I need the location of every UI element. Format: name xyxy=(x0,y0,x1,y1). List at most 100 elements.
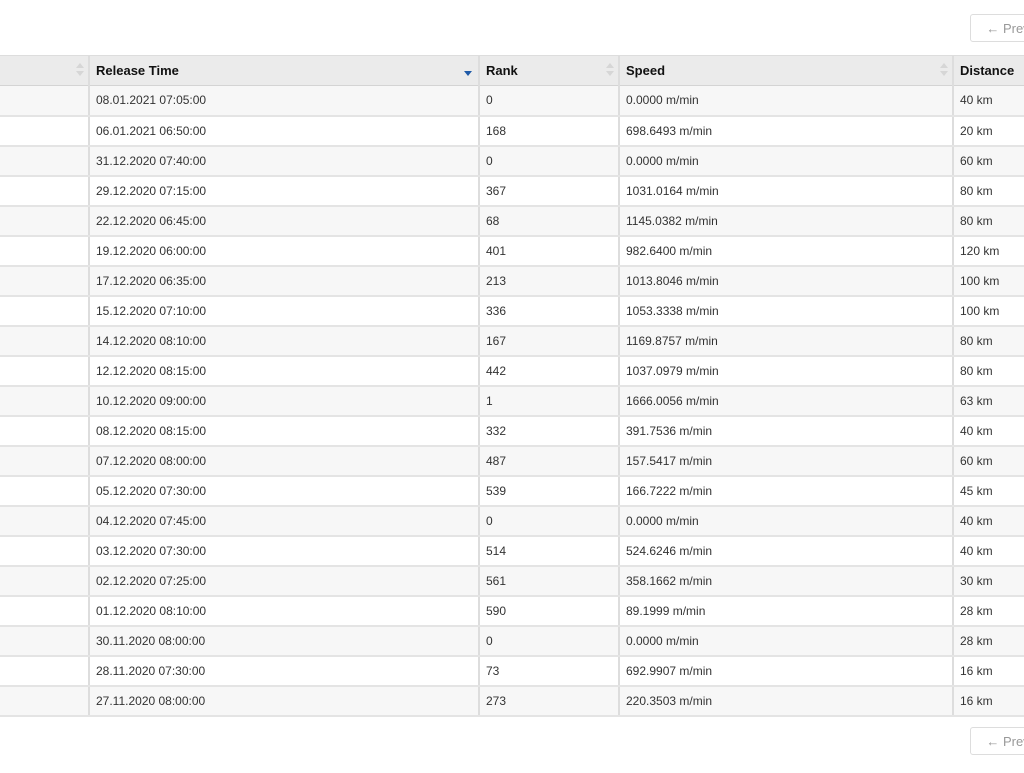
cell-speed: 220.3503 m/min xyxy=(618,685,953,717)
cell-hidden xyxy=(0,85,89,117)
table-row[interactable]: 14.12.2020 08:10:00 167 1169.8757 m/min 80 … xyxy=(0,325,1024,357)
table-row[interactable]: 08.01.2021 07:05:00 0 0.0000 m/min 40 km xyxy=(0,85,1024,117)
cell-distance: 20 km xyxy=(952,115,1024,147)
table-row[interactable]: 19.12.2020 06:00:00 401 982.6400 m/min 120 … xyxy=(0,235,1024,267)
table-row[interactable]: 03.12.2020 07:30:00 514 524.6246 m/min 40 k… xyxy=(0,535,1024,567)
cell-hidden xyxy=(0,685,89,717)
cell-release-time: 28.11.2020 07:30:00 xyxy=(88,655,479,687)
cell-speed: 89.1999 m/min xyxy=(618,595,953,627)
cell-speed: 0.0000 m/min xyxy=(618,625,953,657)
cell-speed: 524.6246 m/min xyxy=(618,535,953,567)
cell-release-time: 14.12.2020 08:10:00 xyxy=(88,325,479,357)
column-header-hidden[interactable] xyxy=(0,55,89,86)
cell-rank: 273 xyxy=(478,685,619,717)
cell-rank: 332 xyxy=(478,415,619,447)
cell-release-time: 03.12.2020 07:30:00 xyxy=(88,535,479,567)
cell-rank: 367 xyxy=(478,175,619,207)
table-row[interactable]: 08.12.2020 08:15:00 332 391.7536 m/min 40 k… xyxy=(0,415,1024,447)
cell-rank: 514 xyxy=(478,535,619,567)
cell-hidden xyxy=(0,205,89,237)
table-header-row: Release Time Rank Speed Distance xyxy=(0,55,1024,86)
table-row[interactable]: 28.11.2020 07:30:00 73 692.9907 m/min 16 km xyxy=(0,655,1024,687)
cell-speed: 1013.8046 m/min xyxy=(618,265,953,297)
cell-hidden xyxy=(0,415,89,447)
column-header-release-time[interactable]: Release Time xyxy=(88,55,479,86)
table-row[interactable]: 01.12.2020 08:10:00 590 89.1999 m/min 28 km xyxy=(0,595,1024,627)
table-row[interactable]: 06.01.2021 06:50:00 168 698.6493 m/min 20 k… xyxy=(0,115,1024,147)
cell-release-time: 31.12.2020 07:40:00 xyxy=(88,145,479,177)
cell-rank: 487 xyxy=(478,445,619,477)
cell-distance: 100 km xyxy=(952,265,1024,297)
cell-hidden xyxy=(0,475,89,507)
table-row[interactable]: 05.12.2020 07:30:00 539 166.7222 m/min 45 k… xyxy=(0,475,1024,507)
column-header-label: Release Time xyxy=(96,63,179,78)
table-row[interactable]: 02.12.2020 07:25:00 561 358.1662 m/min 30 k… xyxy=(0,565,1024,597)
cell-rank: 1 xyxy=(478,385,619,417)
cell-rank: 0 xyxy=(478,85,619,117)
cell-rank: 68 xyxy=(478,205,619,237)
cell-distance: 40 km xyxy=(952,505,1024,537)
cell-speed: 157.5417 m/min xyxy=(618,445,953,477)
cell-release-time: 19.12.2020 06:00:00 xyxy=(88,235,479,267)
cell-speed: 166.7222 m/min xyxy=(618,475,953,507)
cell-distance: 63 km xyxy=(952,385,1024,417)
cell-distance: 16 km xyxy=(952,685,1024,717)
results-table: Release Time Rank Speed Distance 08.01.2… xyxy=(0,55,1024,717)
column-header-speed[interactable]: Speed xyxy=(618,55,953,86)
cell-distance: 45 km xyxy=(952,475,1024,507)
cell-rank: 442 xyxy=(478,355,619,387)
cell-release-time: 29.12.2020 07:15:00 xyxy=(88,175,479,207)
cell-speed: 1031.0164 m/min xyxy=(618,175,953,207)
prev-page-button-top[interactable]: ← Prev xyxy=(970,14,1024,42)
table-row[interactable]: 17.12.2020 06:35:00 213 1013.8046 m/min 100… xyxy=(0,265,1024,297)
table-row[interactable]: 10.12.2020 09:00:00 1 1666.0056 m/min 63 km xyxy=(0,385,1024,417)
cell-release-time: 06.01.2021 06:50:00 xyxy=(88,115,479,147)
table-row[interactable]: 27.11.2020 08:00:00 273 220.3503 m/min 16 k… xyxy=(0,685,1024,717)
column-header-distance[interactable]: Distance xyxy=(952,55,1024,86)
cell-speed: 391.7536 m/min xyxy=(618,415,953,447)
cell-hidden xyxy=(0,355,89,387)
cell-distance: 80 km xyxy=(952,205,1024,237)
table-row[interactable]: 22.12.2020 06:45:00 68 1145.0382 m/min 80 k… xyxy=(0,205,1024,237)
cell-release-time: 05.12.2020 07:30:00 xyxy=(88,475,479,507)
cell-rank: 336 xyxy=(478,295,619,327)
cell-distance: 30 km xyxy=(952,565,1024,597)
cell-speed: 1053.3338 m/min xyxy=(618,295,953,327)
table-row[interactable]: 04.12.2020 07:45:00 0 0.0000 m/min 40 km xyxy=(0,505,1024,537)
cell-distance: 28 km xyxy=(952,595,1024,627)
column-header-rank[interactable]: Rank xyxy=(478,55,619,86)
table-row[interactable]: 07.12.2020 08:00:00 487 157.5417 m/min 60 k… xyxy=(0,445,1024,477)
table-row[interactable]: 15.12.2020 07:10:00 336 1053.3338 m/min 100… xyxy=(0,295,1024,327)
table-row[interactable]: 30.11.2020 08:00:00 0 0.0000 m/min 28 km xyxy=(0,625,1024,657)
cell-distance: 120 km xyxy=(952,235,1024,267)
cell-release-time: 07.12.2020 08:00:00 xyxy=(88,445,479,477)
cell-rank: 0 xyxy=(478,625,619,657)
cell-hidden xyxy=(0,295,89,327)
prev-page-button-bottom[interactable]: ← Prev xyxy=(970,727,1024,755)
table-body: 08.01.2021 07:05:00 0 0.0000 m/min 40 km 06.… xyxy=(0,85,1024,717)
cell-release-time: 04.12.2020 07:45:00 xyxy=(88,505,479,537)
cell-hidden xyxy=(0,595,89,627)
table-row[interactable]: 12.12.2020 08:15:00 442 1037.0979 m/min 80 … xyxy=(0,355,1024,387)
cell-rank: 401 xyxy=(478,235,619,267)
table-row[interactable]: 31.12.2020 07:40:00 0 0.0000 m/min 60 km xyxy=(0,145,1024,177)
sort-descending-icon xyxy=(464,65,472,79)
column-header-label: Distance xyxy=(960,63,1015,78)
column-header-label: Speed xyxy=(626,63,666,78)
cell-release-time: 17.12.2020 06:35:00 xyxy=(88,265,479,297)
cell-hidden xyxy=(0,235,89,267)
results-page: ← Prev Release Time Rank xyxy=(0,0,1024,773)
cell-hidden xyxy=(0,385,89,417)
cell-hidden xyxy=(0,505,89,537)
cell-distance: 40 km xyxy=(952,415,1024,447)
cell-release-time: 15.12.2020 07:10:00 xyxy=(88,295,479,327)
cell-hidden xyxy=(0,145,89,177)
cell-distance: 60 km xyxy=(952,145,1024,177)
cell-rank: 0 xyxy=(478,505,619,537)
cell-distance: 40 km xyxy=(952,85,1024,117)
cell-release-time: 01.12.2020 08:10:00 xyxy=(88,595,479,627)
table-row[interactable]: 29.12.2020 07:15:00 367 1031.0164 m/min 80 … xyxy=(0,175,1024,207)
cell-speed: 0.0000 m/min xyxy=(618,145,953,177)
cell-distance: 40 km xyxy=(952,535,1024,567)
cell-distance: 80 km xyxy=(952,355,1024,387)
